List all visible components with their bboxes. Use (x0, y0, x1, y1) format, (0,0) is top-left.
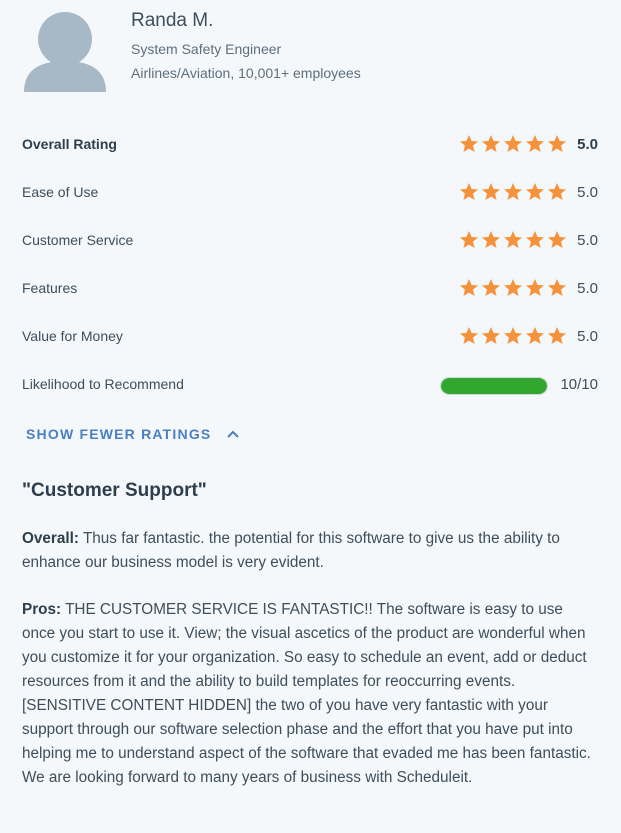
rating-row-ease-of-use: Ease of Use 5.0 (22, 181, 598, 205)
star-icon (548, 183, 566, 200)
pros-text: THE CUSTOMER SERVICE IS FANTASTIC!! The … (22, 601, 591, 786)
rating-label: Ease of Use (22, 184, 99, 200)
star-icon (526, 183, 544, 200)
star-icon (482, 327, 500, 344)
star-icon (460, 231, 478, 248)
star-icon (548, 231, 566, 248)
rating-row-recommend: Likelihood to Recommend 10/10 (22, 373, 598, 397)
overall-text: Thus far fantastic. the potential for th… (22, 530, 560, 571)
recommend-progress-bar (440, 377, 548, 395)
rating-label: Customer Service (22, 232, 134, 248)
rating-label: Overall Rating (22, 136, 117, 152)
star-icon (460, 327, 478, 344)
star-icon (460, 279, 478, 296)
reviewer-job-title: System Safety Engineer (131, 41, 282, 57)
rating-label: Value for Money (22, 328, 123, 344)
review-overall: Overall: Thus far fantastic. the potenti… (22, 527, 600, 575)
show-fewer-label: SHOW FEWER RATINGS (26, 426, 212, 442)
star-icon (526, 279, 544, 296)
star-icon (482, 135, 500, 152)
star-icon (548, 279, 566, 296)
star-icon (482, 279, 500, 296)
star-icon (548, 327, 566, 344)
chevron-up-icon (227, 430, 240, 438)
star-icon (548, 135, 566, 152)
star-rating (459, 230, 567, 250)
user-avatar-icon (24, 12, 106, 92)
review-card: Randa M. System Safety Engineer Airlines… (0, 0, 621, 833)
star-icon (526, 135, 544, 152)
star-icon (504, 279, 522, 296)
rating-label: Features (22, 280, 78, 296)
star-rating (459, 134, 567, 154)
rating-value: 5.0 (577, 184, 598, 201)
rating-value: 5.0 (577, 136, 598, 153)
rating-value: 10/10 (560, 376, 598, 393)
rating-row-value-for-money: Value for Money 5.0 (22, 325, 598, 349)
rating-value: 5.0 (577, 232, 598, 249)
rating-value: 5.0 (577, 328, 598, 345)
star-icon (526, 327, 544, 344)
rating-label: Likelihood to Recommend (22, 376, 184, 392)
rating-row-overall: Overall Rating 5.0 (22, 133, 598, 157)
star-icon (482, 183, 500, 200)
review-pros: Pros: THE CUSTOMER SERVICE IS FANTASTIC!… (22, 598, 600, 790)
star-icon (526, 231, 544, 248)
star-icon (482, 231, 500, 248)
reviewer-company: Airlines/Aviation, 10,001+ employees (131, 65, 361, 81)
star-icon (504, 327, 522, 344)
star-icon (504, 231, 522, 248)
star-icon (460, 183, 478, 200)
star-rating (459, 278, 567, 298)
star-icon (460, 135, 478, 152)
recommend-progress-fill (441, 378, 547, 394)
review-title: "Customer Support" (22, 480, 207, 501)
rating-row-customer-service: Customer Service 5.0 (22, 229, 598, 253)
overall-label: Overall: (22, 530, 79, 547)
star-icon (504, 183, 522, 200)
star-icon (504, 135, 522, 152)
pros-label: Pros: (22, 601, 62, 618)
show-fewer-ratings-button[interactable]: SHOW FEWER RATINGS (26, 426, 240, 442)
rating-row-features: Features 5.0 (22, 277, 598, 301)
star-rating (459, 326, 567, 346)
reviewer-name: Randa M. (131, 10, 214, 31)
rating-value: 5.0 (577, 280, 598, 297)
star-rating (459, 182, 567, 202)
